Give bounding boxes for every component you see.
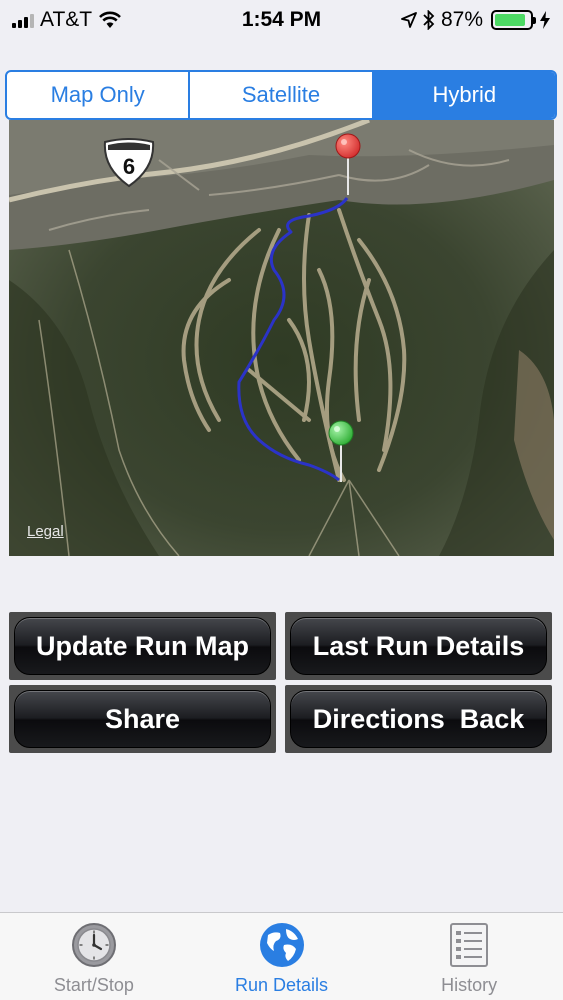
tab-run-details[interactable]: Run Details [188, 913, 376, 1000]
start-pin[interactable] [335, 133, 361, 197]
cell-signal-icon [12, 12, 34, 28]
directions-back-button[interactable]: Directions Back [290, 690, 547, 748]
share-frame: Share [9, 685, 276, 753]
green-pin-icon [328, 420, 354, 482]
segment-satellite[interactable]: Satellite [190, 72, 374, 118]
highway-shield-number: 6 [123, 154, 135, 179]
update-run-map-button[interactable]: Update Run Map [14, 617, 271, 675]
tab-history[interactable]: History [375, 913, 563, 1000]
red-pin-icon [335, 133, 361, 195]
wifi-icon [99, 11, 122, 28]
list-icon [450, 923, 489, 967]
share-button[interactable]: Share [14, 690, 271, 748]
carrier-name: AT&T [40, 8, 93, 31]
globe-icon [259, 923, 304, 967]
map-type-segmented-control: Map Only Satellite Hybrid [5, 70, 557, 120]
battery-percent: 87% [440, 8, 483, 31]
end-pin[interactable] [328, 420, 354, 484]
run-map[interactable]: 6 Legal [9, 120, 554, 556]
tab-start-stop[interactable]: Start/Stop [0, 913, 188, 1000]
location-arrow-icon [401, 12, 417, 28]
segment-hybrid[interactable]: Hybrid [373, 72, 555, 118]
segment-map-only[interactable]: Map Only [7, 72, 191, 118]
highway-shield-icon: 6 [103, 138, 155, 188]
battery-level [495, 14, 525, 26]
status-right: 87% [401, 8, 551, 32]
satellite-map-image [9, 120, 554, 556]
status-bar: AT&T 1:54 PM 87% [0, 0, 563, 40]
tab-label-run-details: Run Details [234, 975, 329, 995]
tab-label-start-stop: Start/Stop [53, 975, 134, 995]
legal-link[interactable]: Legal [27, 523, 64, 540]
status-left: AT&T [12, 8, 122, 32]
battery-icon [491, 10, 536, 30]
tab-label-history: History [441, 975, 498, 995]
bluetooth-icon [423, 10, 435, 30]
directions-back-frame: Directions Back [285, 685, 552, 753]
tab-bar: Start/Stop Run Details History [0, 912, 563, 1000]
update-run-map-frame: Update Run Map [9, 612, 276, 680]
charging-bolt-icon [540, 11, 550, 29]
last-run-details-frame: Last Run Details [285, 612, 552, 680]
clock-icon [71, 923, 116, 967]
last-run-details-button[interactable]: Last Run Details [290, 617, 547, 675]
